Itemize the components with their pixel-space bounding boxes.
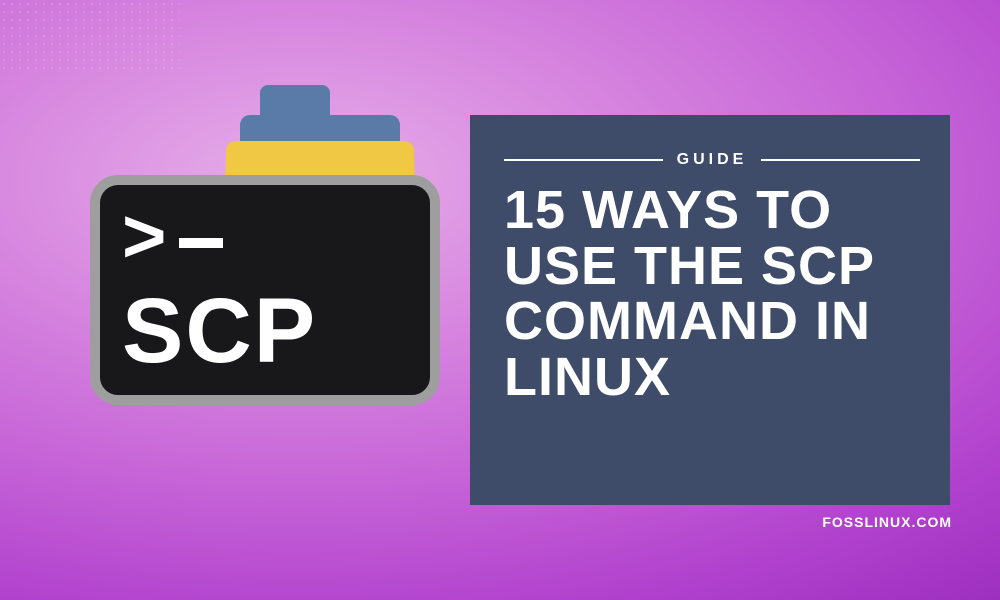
eyebrow-label: GUIDE	[677, 151, 748, 169]
prompt-char: >	[122, 194, 164, 279]
terminal-prompt: >	[122, 205, 408, 270]
divider-left	[504, 159, 663, 161]
cursor-icon	[179, 238, 223, 248]
headline-panel: GUIDE 15 WAYS TO USE THE SCP COMMAND IN …	[470, 115, 950, 505]
site-credit: FOSSLINUX.COM	[822, 514, 952, 530]
headline-text: 15 WAYS TO USE THE SCP COMMAND IN LINUX	[504, 183, 920, 405]
decorative-dots	[0, 0, 180, 70]
divider-right	[761, 159, 920, 161]
terminal-label: SCP	[122, 288, 408, 375]
terminal-illustration: > SCP	[90, 175, 440, 405]
terminal-icon: > SCP	[90, 175, 440, 405]
eyebrow-row: GUIDE	[504, 151, 920, 169]
